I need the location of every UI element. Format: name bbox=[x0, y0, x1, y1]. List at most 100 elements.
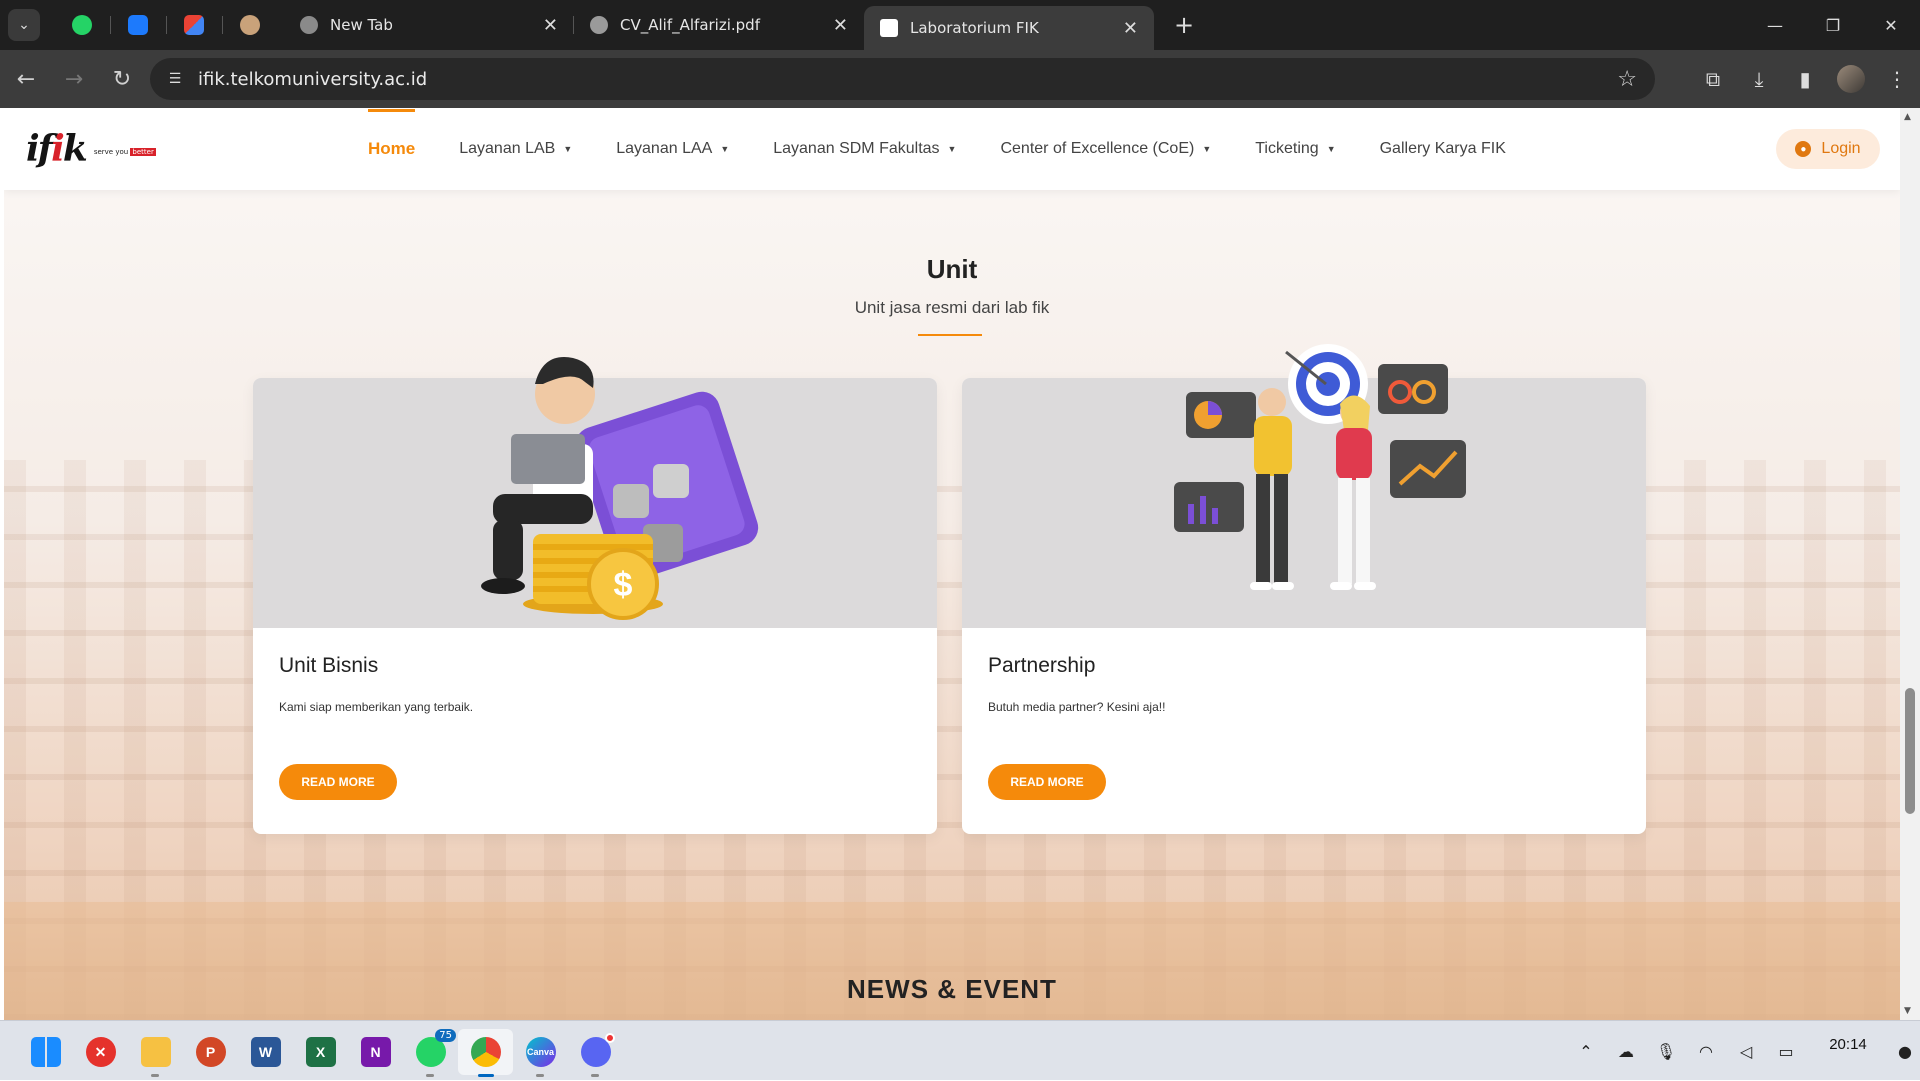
pinned-tab-whatsapp[interactable] bbox=[54, 0, 110, 50]
profile-avatar[interactable] bbox=[1837, 65, 1865, 93]
notification-bell-icon[interactable]: ● bbox=[1890, 1042, 1920, 1061]
onenote-icon: N bbox=[360, 1037, 391, 1067]
card-title: Unit Bisnis bbox=[279, 654, 379, 677]
battery-icon[interactable]: ▭ bbox=[1766, 1042, 1806, 1061]
page-scrollbar[interactable]: ▲ ▼ bbox=[1900, 108, 1920, 1020]
nav-layanan-laa[interactable]: Layanan LAA ▼ bbox=[616, 140, 729, 158]
nav-label: Ticketing bbox=[1255, 140, 1319, 157]
forward-arrow-icon[interactable]: → bbox=[52, 57, 96, 101]
taskbar-app-excel[interactable]: X bbox=[293, 1029, 348, 1075]
scroll-down-icon[interactable]: ▼ bbox=[1904, 1006, 1911, 1016]
caret-down-icon: ▼ bbox=[1202, 144, 1212, 154]
caret-down-icon: ▼ bbox=[720, 144, 730, 154]
login-button[interactable]: ● Login bbox=[1776, 129, 1880, 169]
chrome-icon bbox=[470, 1037, 501, 1067]
nav-home[interactable]: Home bbox=[368, 109, 416, 159]
ifik-logo[interactable]: ifik serve you better bbox=[26, 128, 156, 170]
scrollbar-thumb[interactable] bbox=[1905, 688, 1915, 814]
taskbar-app-onenote[interactable]: N bbox=[348, 1029, 403, 1075]
new-tab-button[interactable]: + bbox=[1168, 11, 1200, 39]
microphone-icon[interactable]: 🎙 bbox=[1646, 1042, 1686, 1061]
onedrive-cloud-icon[interactable]: ☁ bbox=[1606, 1042, 1646, 1061]
chevron-up-icon[interactable]: ⌃ bbox=[1566, 1042, 1606, 1061]
restore-icon[interactable]: ❐ bbox=[1804, 0, 1862, 50]
nav-label: Gallery Karya FIK bbox=[1379, 140, 1506, 157]
team-target-illustration bbox=[1174, 344, 1466, 590]
tab-cv-pdf[interactable]: CV_Alif_Alfarizi.pdf ✕ bbox=[574, 0, 864, 50]
address-bar[interactable]: ☰ ifik.telkomuniversity.ac.id ☆ bbox=[150, 58, 1655, 100]
logo-tagline-highlight: better bbox=[130, 148, 156, 156]
excel-icon: X bbox=[305, 1037, 336, 1067]
reload-icon[interactable]: ↻ bbox=[100, 57, 144, 101]
url-text[interactable]: ifik.telkomuniversity.ac.id bbox=[198, 69, 427, 90]
pinned-tab-trello[interactable] bbox=[110, 0, 166, 50]
notification-badge: 75 bbox=[435, 1029, 456, 1042]
taskbar-apps: ✕ P W X N 75 Canva bbox=[18, 1029, 623, 1077]
trello-icon bbox=[128, 15, 148, 35]
read-more-button[interactable]: READ MORE bbox=[279, 764, 397, 800]
tab-laboratorium-fik[interactable]: Laboratorium FIK ✕ bbox=[864, 6, 1154, 50]
close-window-icon[interactable]: ✕ bbox=[1862, 0, 1920, 50]
close-icon[interactable]: ✕ bbox=[543, 15, 558, 36]
nav-coe[interactable]: Center of Excellence (CoE) ▼ bbox=[1000, 140, 1211, 158]
card-description: Kami siap memberikan yang terbaik. bbox=[279, 700, 474, 714]
whatsapp-icon bbox=[72, 15, 92, 35]
chevron-down-icon: ⌄ bbox=[18, 17, 30, 33]
notification-dot bbox=[605, 1033, 615, 1043]
pinned-tab-gmail[interactable] bbox=[166, 0, 222, 50]
card-unit-bisnis: $ Unit Bisnis Kami siap memberikan yang … bbox=[253, 357, 937, 834]
taskbar-app-xmind[interactable]: ✕ bbox=[73, 1029, 128, 1075]
nav-layanan-sdm[interactable]: Layanan SDM Fakultas ▼ bbox=[773, 140, 956, 158]
extensions-icon[interactable]: ⧉ bbox=[1690, 67, 1736, 91]
minimize-icon[interactable]: — bbox=[1746, 0, 1804, 50]
taskbar-clock[interactable]: 20:14 bbox=[1806, 1036, 1890, 1053]
word-icon: W bbox=[250, 1037, 281, 1067]
taskbar-app-word[interactable]: W bbox=[238, 1029, 293, 1075]
taskbar-app-whatsapp[interactable]: 75 bbox=[403, 1029, 458, 1077]
taskbar-app-discord[interactable] bbox=[568, 1029, 623, 1077]
fik-favicon-icon bbox=[880, 19, 898, 37]
taskbar-app-file-explorer[interactable] bbox=[128, 1029, 183, 1077]
close-icon[interactable]: ✕ bbox=[833, 15, 848, 36]
taskbar-app-chrome[interactable] bbox=[458, 1029, 513, 1077]
businessman-calculator-illustration: $ bbox=[481, 357, 759, 620]
back-arrow-icon[interactable]: ← bbox=[4, 57, 48, 101]
section-subtitle: Unit jasa resmi dari lab fik bbox=[854, 298, 1050, 317]
pinned-tab-palette[interactable] bbox=[222, 0, 278, 50]
palette-icon bbox=[240, 15, 260, 35]
nav-gallery[interactable]: Gallery Karya FIK bbox=[1380, 140, 1506, 158]
card-partnership: Partnership Butuh media partner? Kesini … bbox=[962, 344, 1646, 834]
download-icon[interactable]: ⤓ bbox=[1736, 67, 1782, 91]
nav-label: Layanan SDM Fakultas bbox=[773, 140, 940, 157]
menu-kebab-icon[interactable]: ⋮ bbox=[1874, 67, 1920, 91]
scroll-up-icon[interactable]: ▲ bbox=[1904, 112, 1911, 122]
caret-down-icon: ▼ bbox=[947, 144, 957, 154]
main-menu: Home Layanan LAB ▼ Layanan LAA ▼ Layanan S… bbox=[368, 108, 1550, 190]
bookmark-star-icon[interactable]: ☆ bbox=[1617, 67, 1637, 92]
nav-ticketing[interactable]: Ticketing ▼ bbox=[1255, 140, 1335, 158]
site-info-icon[interactable]: ☰ bbox=[160, 64, 190, 94]
caret-down-icon: ▼ bbox=[563, 144, 573, 154]
start-button[interactable] bbox=[18, 1029, 73, 1075]
close-icon[interactable]: ✕ bbox=[1123, 18, 1138, 39]
windows-taskbar: ✕ P W X N 75 Canva ⌃ ☁ 🎙 ◠ ◁ ▭ 20:14 ● bbox=[0, 1020, 1920, 1080]
side-panel-icon[interactable]: ▮ bbox=[1782, 67, 1828, 91]
taskbar-app-powerpoint[interactable]: P bbox=[183, 1029, 238, 1075]
read-more-button[interactable]: READ MORE bbox=[988, 764, 1106, 800]
taskbar-app-canva[interactable]: Canva bbox=[513, 1029, 568, 1077]
volume-icon[interactable]: ◁ bbox=[1726, 1042, 1766, 1061]
nav-label: Layanan LAB bbox=[459, 140, 556, 157]
tab-new-tab[interactable]: New Tab ✕ bbox=[284, 0, 574, 50]
section-title: Unit bbox=[926, 254, 978, 284]
wifi-icon[interactable]: ◠ bbox=[1686, 1042, 1726, 1061]
tab-search-button[interactable]: ⌄ bbox=[8, 9, 40, 41]
user-circle-icon: ● bbox=[1795, 141, 1812, 157]
svg-text:$: $ bbox=[614, 566, 633, 604]
news-section-title: NEWS & EVENT bbox=[847, 974, 1057, 1004]
caret-down-icon: ▼ bbox=[1326, 144, 1336, 154]
ifik-logo-mark: ifik bbox=[26, 128, 88, 170]
nav-label: Center of Excellence (CoE) bbox=[1000, 140, 1195, 157]
window-controls: — ❐ ✕ bbox=[1746, 0, 1920, 50]
login-label: Login bbox=[1821, 140, 1861, 157]
nav-layanan-lab[interactable]: Layanan LAB ▼ bbox=[459, 140, 572, 158]
